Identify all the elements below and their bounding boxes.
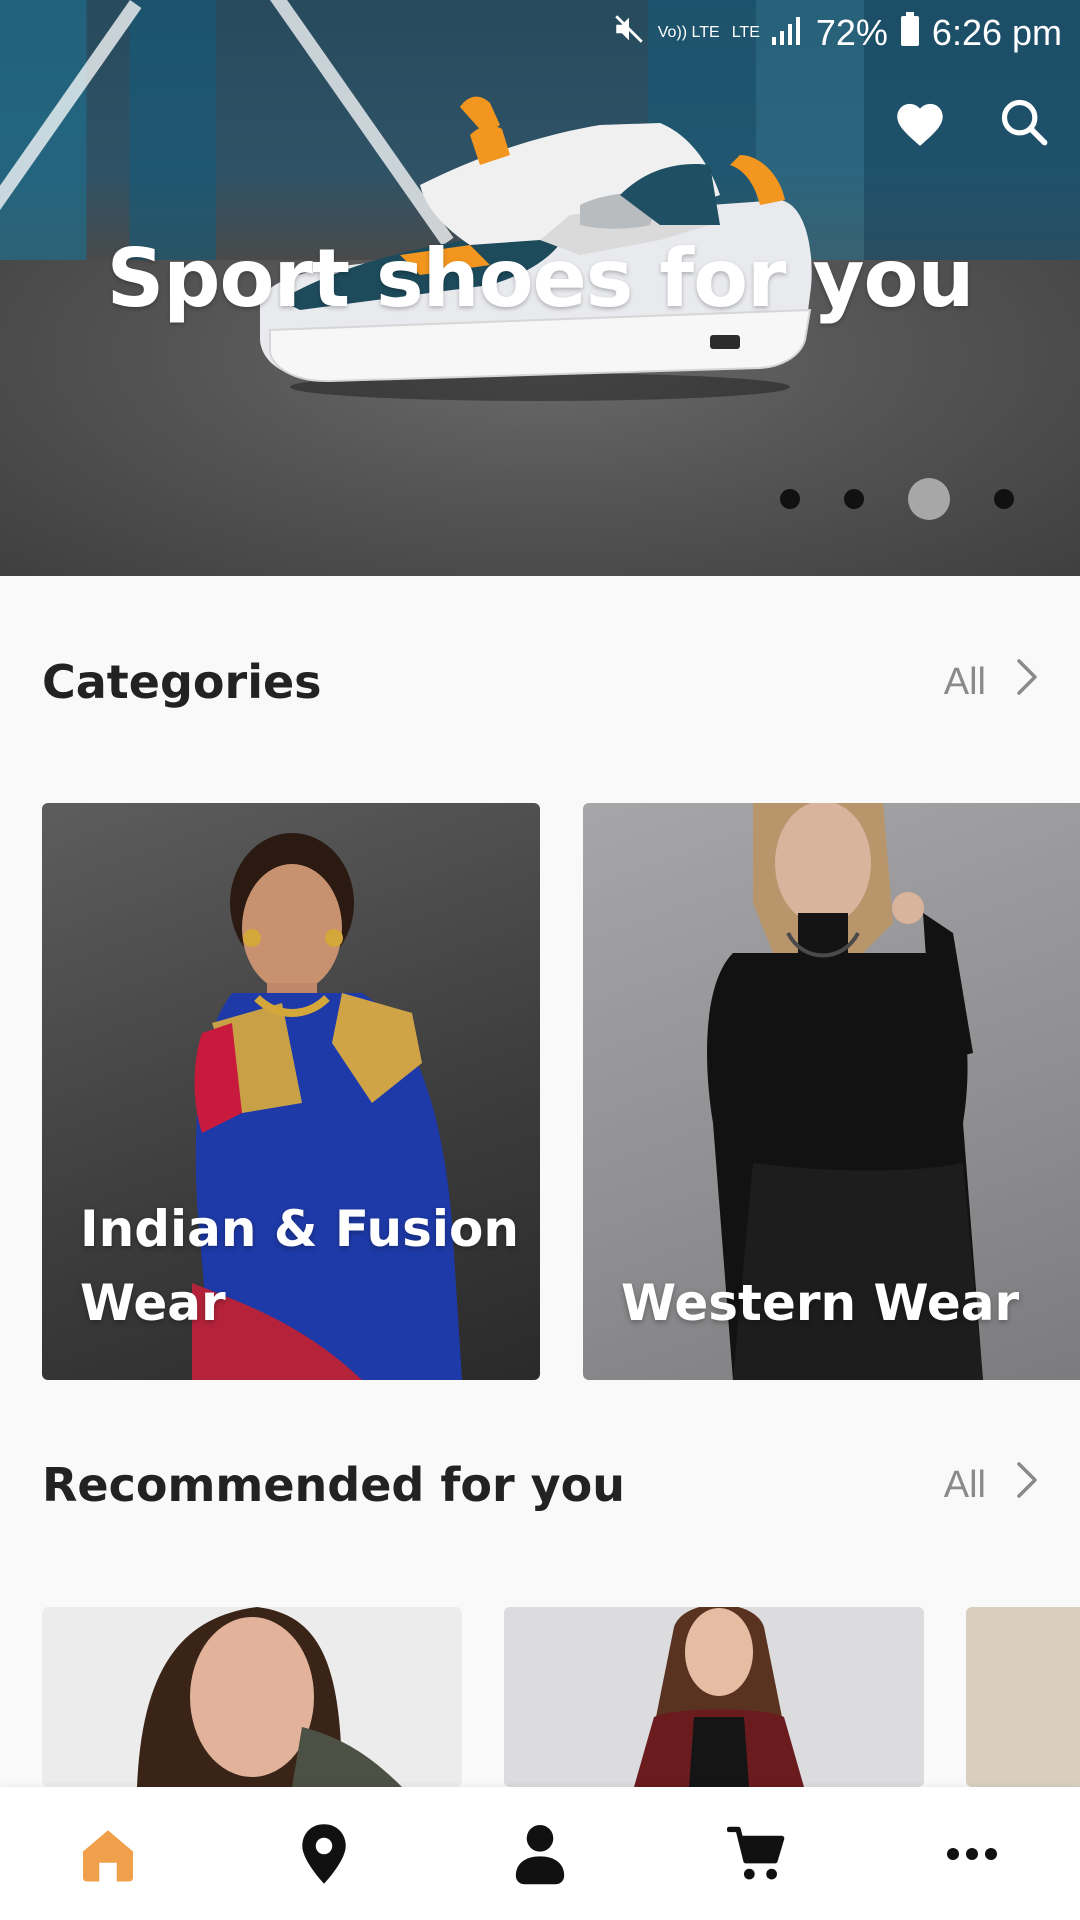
nav-home[interactable] (48, 1804, 168, 1904)
battery-icon (900, 11, 920, 55)
categories-see-all-link[interactable]: All (944, 658, 1038, 706)
app-screen: Vo)) LTE LTE 72% 6:26 pm Sport shoes for… (0, 0, 1080, 1920)
search-icon[interactable] (998, 96, 1050, 152)
hero-banner[interactable]: Vo)) LTE LTE 72% 6:26 pm Sport shoes for… (0, 0, 1080, 576)
category-label-line2: Wear (80, 1274, 226, 1332)
nav-cart[interactable] (696, 1804, 816, 1904)
hero-title: Sport shoes for you (106, 232, 975, 325)
lte-indicator: LTE (731, 24, 760, 41)
status-bar: Vo)) LTE LTE 72% 6:26 pm (612, 8, 1062, 58)
carousel-indicator (780, 478, 1014, 520)
mute-icon (612, 12, 646, 55)
favorites-heart-icon[interactable] (892, 97, 948, 151)
carousel-dot-active[interactable] (908, 478, 950, 520)
see-all-label: All (943, 1463, 986, 1506)
categories-title: Categories (42, 655, 322, 709)
category-card-western-wear[interactable]: Western Wear (583, 803, 1080, 1380)
category-label-line2: Western Wear (621, 1274, 1020, 1332)
signal-icon (771, 12, 804, 54)
product-photo (137, 1607, 402, 1787)
nav-more[interactable] (912, 1804, 1032, 1904)
carousel-dot[interactable] (844, 489, 864, 509)
category-card-indian-fusion[interactable]: Indian & Fusion Wear (42, 803, 540, 1380)
more-icon (947, 1847, 997, 1860)
battery-percent: 72% (815, 12, 888, 53)
volte-indicator: Vo)) LTE (657, 24, 720, 41)
carousel-dot[interactable] (780, 489, 800, 509)
recommended-product-card[interactable] (504, 1607, 924, 1787)
chevron-right-icon (1016, 658, 1038, 706)
recommended-product-card[interactable] (42, 1607, 462, 1787)
category-label: Indian & Fusion Wear (80, 1192, 519, 1340)
category-label: Western Wear (621, 1266, 1019, 1340)
recommended-title: Recommended for you (42, 1458, 626, 1512)
location-pin-icon (302, 1823, 346, 1884)
recommended-product-card[interactable] (966, 1607, 1080, 1787)
nav-location[interactable] (264, 1804, 384, 1904)
category-label-line1: Indian & Fusion (80, 1200, 519, 1258)
recommended-see-all-link[interactable]: All (944, 1461, 1038, 1509)
cart-icon (727, 1826, 785, 1879)
categories-header: Categories All (42, 655, 1038, 709)
clock: 6:26 pm (931, 12, 1062, 53)
recommended-header: Recommended for you All (42, 1458, 1038, 1512)
bottom-navigation (0, 1787, 1080, 1920)
nav-profile[interactable] (480, 1804, 600, 1904)
product-photo (634, 1607, 804, 1787)
carousel-dot[interactable] (994, 489, 1014, 509)
chevron-right-icon (1016, 1461, 1038, 1509)
home-icon (83, 1829, 133, 1881)
see-all-label: All (943, 660, 986, 703)
hero-actions (892, 96, 1050, 152)
profile-icon (515, 1824, 565, 1884)
